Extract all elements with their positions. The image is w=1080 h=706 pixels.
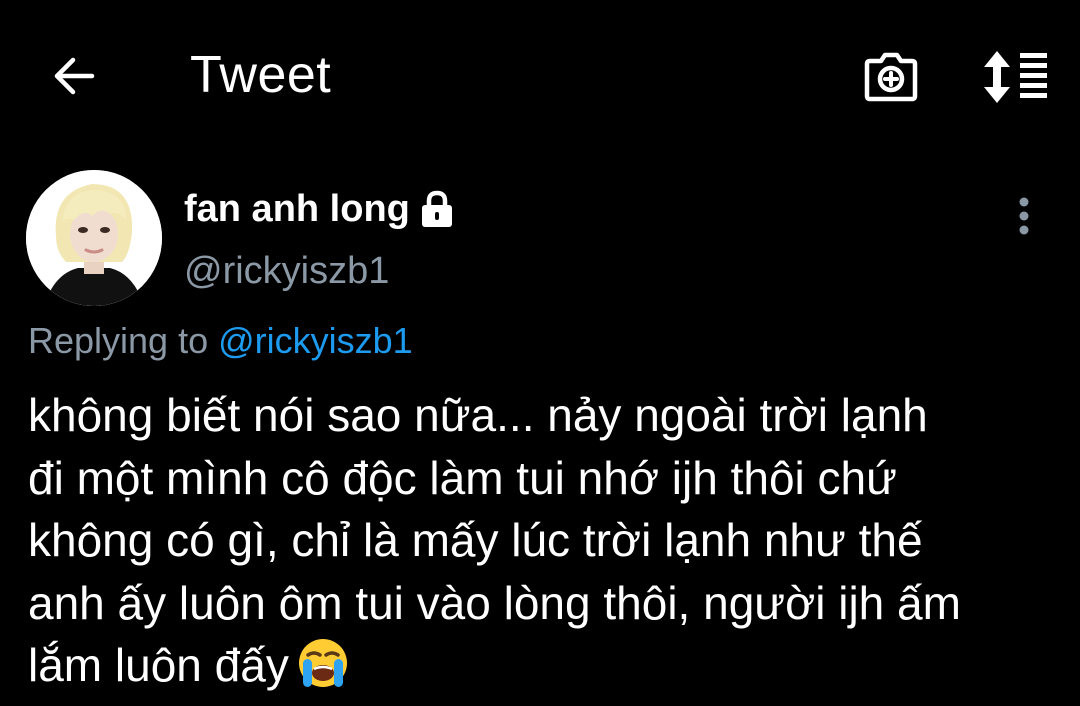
sort-list-icon (984, 51, 1047, 103)
arrow-left-icon (54, 57, 95, 95)
camera-add-icon (864, 52, 918, 102)
loudly-crying-face-emoji (297, 637, 349, 705)
tweet-text-line-last: lắm luôn đấy (28, 634, 1076, 705)
author-name[interactable]: fan anh long (184, 188, 410, 231)
replying-to-label: Replying to (28, 320, 209, 361)
replying-to: Replying to @rickyiszb1 (28, 318, 413, 364)
back-button[interactable] (44, 46, 104, 106)
more-vertical-icon (1019, 197, 1029, 235)
more-options-button[interactable] (1004, 190, 1044, 242)
tweet-text-line: không biết nói sao nữa... nảy ngoài trời… (28, 389, 928, 441)
author-handle[interactable]: @rickyiszb1 (184, 250, 389, 293)
reply-mention-link[interactable]: @rickyiszb1 (218, 320, 413, 361)
tweet-text-line: anh ấy luôn ôm tui vào lòng thôi, người … (28, 576, 961, 629)
top-app-bar: Tweet (0, 0, 1080, 150)
tweet-text-line: không có gì, chỉ là mấy lúc trời lạnh nh… (28, 514, 923, 566)
author-avatar[interactable] (26, 170, 162, 306)
lock-icon (420, 189, 456, 229)
tweet-text-line: đi một mình cô độc làm tui nhớ ijh thôi … (28, 451, 897, 504)
avatar-image (26, 170, 162, 306)
camera-add-button[interactable] (858, 44, 924, 110)
author-name-row: fan anh long (184, 184, 456, 234)
page-title: Tweet (190, 46, 332, 104)
sort-replies-button[interactable] (978, 44, 1054, 110)
tweet-text-line-content: lắm luôn đấy (28, 639, 289, 691)
tweet-text: không biết nói sao nữa... nảy ngoài trời… (28, 384, 1076, 705)
